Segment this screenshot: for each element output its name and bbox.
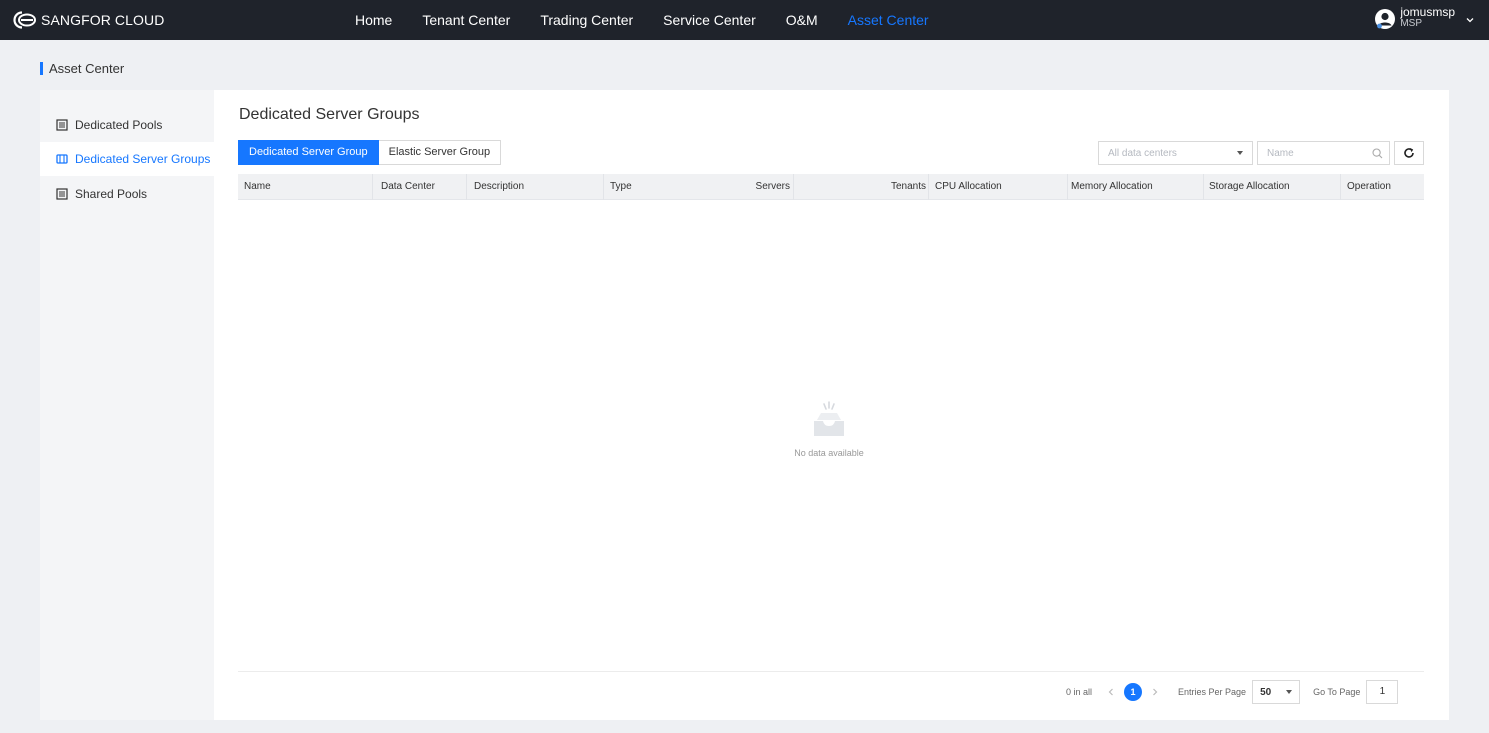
empty-state: No data available [774,400,884,458]
datacenter-select[interactable]: All data centers [1098,141,1253,165]
entries-per-page-value: 50 [1260,686,1272,698]
user-menu[interactable]: jomusmsp MSP [1374,6,1475,34]
column-header-data-center[interactable]: Data Center [381,174,435,200]
column-header-storage-allocation[interactable]: Storage Allocation [1209,174,1290,200]
page-number-current[interactable]: 1 [1124,683,1143,701]
column-header-memory-allocation[interactable]: Memory Allocation [1071,174,1153,200]
chevron-right-icon [1153,688,1158,696]
nav-trading-center[interactable]: Trading Center [525,0,648,40]
caret-down-icon [1286,690,1293,694]
table-header: Name Data Center Description Type Server… [238,174,1424,200]
cloud-logo-icon [13,11,36,29]
brand-logo[interactable]: SANGFOR CLOUD [13,10,164,30]
user-name: jomusmsp [1400,5,1455,19]
user-role: MSP [1400,18,1422,29]
empty-state-text: No data available [794,448,864,458]
next-page-button[interactable] [1150,687,1160,697]
column-header-servers[interactable]: Servers [740,174,790,200]
brand-name: SANGFOR CLOUD [41,12,165,28]
sidebar-item-dedicated-pools[interactable]: Dedicated Pools [40,108,214,142]
go-to-page-input[interactable]: 1 [1366,680,1399,704]
column-divider [793,174,794,200]
column-divider [928,174,929,200]
nav-service-center[interactable]: Service Center [648,0,771,40]
go-to-page-label: Go To Page [1313,687,1361,697]
list-icon [56,119,68,131]
column-header-name[interactable]: Name [244,174,271,200]
breadcrumb-title: Asset Center [49,60,125,76]
table-footer-divider [238,671,1424,672]
empty-inbox-icon [814,401,844,436]
chevron-down-icon[interactable] [1465,15,1475,25]
column-header-type[interactable]: Type [610,174,632,200]
column-divider [1067,174,1068,200]
tab-elastic-server-group[interactable]: Elastic Server Group [378,140,502,165]
column-header-description[interactable]: Description [474,174,524,200]
nav-tenant-center[interactable]: Tenant Center [407,0,525,40]
user-avatar-icon [1375,9,1396,29]
column-divider [1203,174,1204,200]
refresh-button[interactable] [1394,141,1424,165]
nav-asset-center[interactable]: Asset Center [833,0,944,40]
nav-om[interactable]: O&M [771,0,833,40]
list-icon [56,188,68,200]
pagination-total: 0 in all [1066,687,1093,697]
tab-dedicated-server-group[interactable]: Dedicated Server Group [238,140,379,165]
pagination: 0 in all 1 Entries Per Page 50 Go To Pag… [1066,680,1399,704]
column-header-cpu-allocation[interactable]: CPU Allocation [935,174,1002,200]
refresh-icon [1404,148,1414,158]
column-divider [1340,174,1341,200]
chevron-left-icon [1108,688,1113,696]
column-header-operation: Operation [1347,181,1391,192]
entries-per-page-select[interactable]: 50 [1252,680,1301,704]
sidebar: Dedicated Pools Dedicated Server Groups … [40,90,214,720]
main-nav: Home Tenant Center Trading Center Servic… [355,0,944,40]
column-divider [372,174,373,200]
server-group-icon [56,154,68,164]
breadcrumb-accent-bar [40,61,43,75]
column-divider [466,174,467,200]
page-title: Dedicated Server Groups [239,106,420,123]
sidebar-item-shared-pools[interactable]: Shared Pools [40,177,214,211]
name-search-box [1257,141,1390,165]
main-panel: Dedicated Server Groups Dedicated Server… [214,90,1449,720]
nav-home[interactable]: Home [355,0,407,40]
name-search-input[interactable] [1267,147,1367,159]
sidebar-item-label: Dedicated Server Groups [75,152,211,166]
sidebar-item-label: Dedicated Pools [75,118,163,132]
sidebar-item-dedicated-server-groups[interactable]: Dedicated Server Groups [40,142,214,176]
sidebar-item-label: Shared Pools [75,187,148,201]
server-group-type-tabs: Dedicated Server Group Elastic Server Gr… [238,140,502,165]
caret-down-icon [1237,151,1243,155]
column-header-tenants[interactable]: Tenants [873,174,926,200]
prev-page-button[interactable] [1106,687,1116,697]
top-navigation-bar: SANGFOR CLOUD Home Tenant Center Trading… [0,0,1489,40]
entries-per-page-label: Entries Per Page [1178,687,1247,697]
breadcrumb: Asset Center [40,60,125,76]
datacenter-select-placeholder: All data centers [1108,147,1177,159]
search-icon[interactable] [1372,147,1383,159]
column-divider [603,174,604,200]
